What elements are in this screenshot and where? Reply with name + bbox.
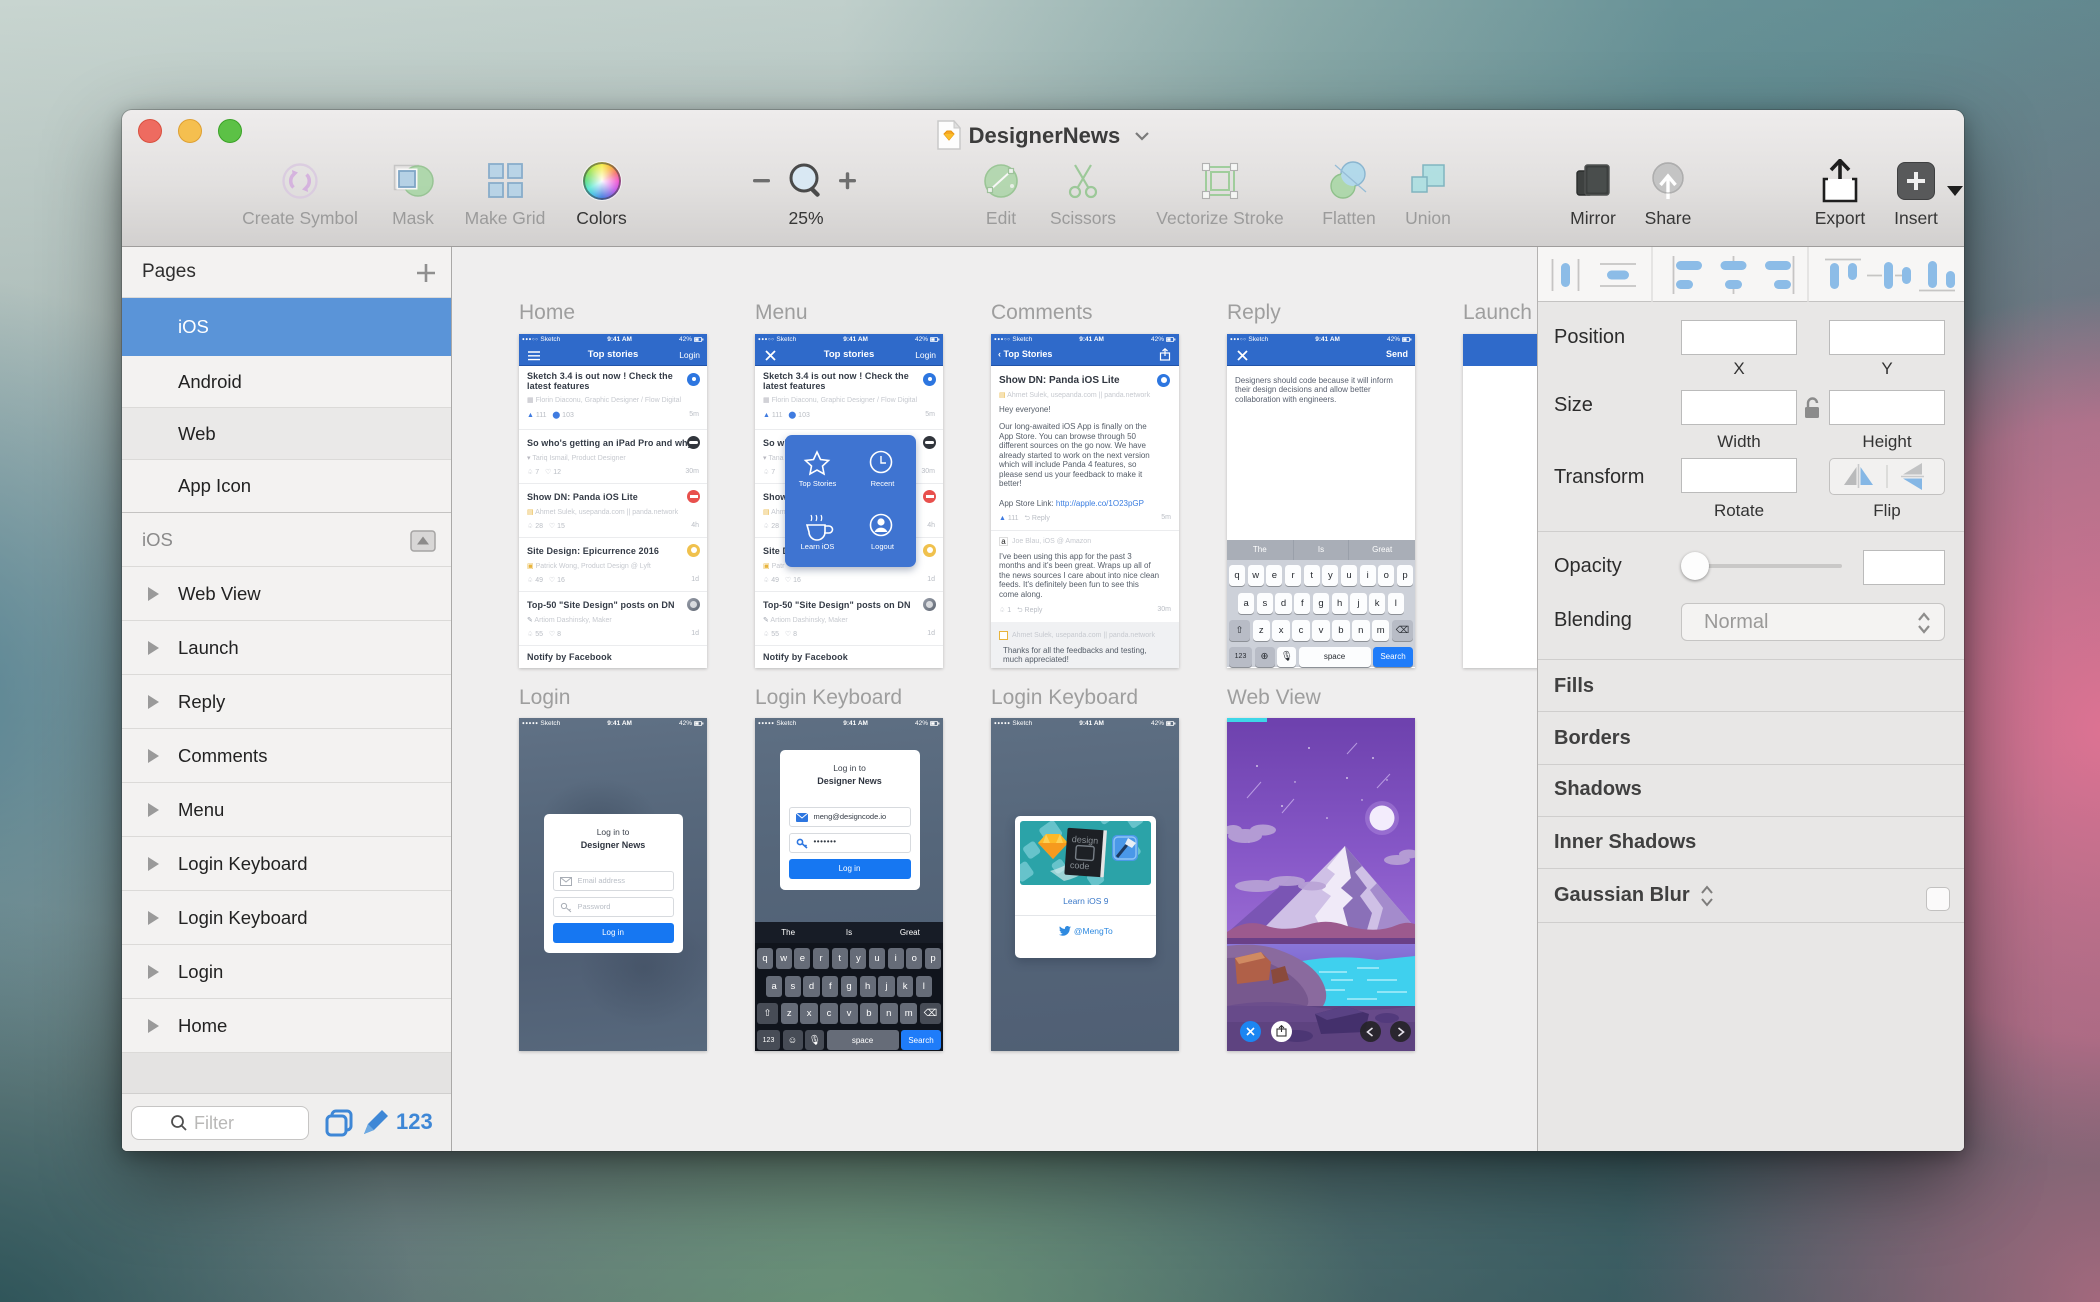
svg-text:design: design xyxy=(1072,834,1099,846)
svg-text:code: code xyxy=(1070,860,1090,871)
